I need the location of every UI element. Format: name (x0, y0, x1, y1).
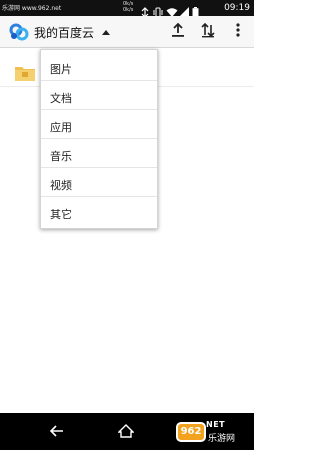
brand-suffix: NET (206, 420, 226, 429)
network-speed: 0k/s 0k/s (123, 1, 133, 13)
brand-watermark: 962 NET 乐游网 (176, 418, 252, 446)
home-icon (117, 423, 135, 442)
menu-item-videos[interactable]: 视频 (41, 168, 157, 197)
app-bar: 我的百度云 (0, 16, 254, 48)
menu-item-label: 应用 (50, 121, 72, 134)
brand-badge: 962 (176, 422, 206, 442)
back-arrow-icon (49, 423, 64, 442)
upload-icon (170, 22, 186, 42)
battery-icon (192, 3, 202, 17)
more-vert-icon (235, 22, 241, 42)
watermark-text: 乐游网 www.962.net (2, 5, 62, 12)
baidu-cloud-logo-icon (8, 22, 30, 42)
status-icons (140, 2, 202, 18)
sort-button[interactable] (196, 20, 220, 44)
category-dropdown-menu: 图片 文档 应用 音乐 视频 其它 (40, 49, 158, 229)
clock: 09:19 (224, 3, 250, 13)
page-title[interactable]: 我的百度云 (34, 24, 94, 41)
menu-item-documents[interactable]: 文档 (41, 81, 157, 110)
wifi-icon (166, 3, 178, 17)
home-button[interactable] (115, 421, 137, 443)
sync-icon (140, 3, 150, 18)
dropdown-triangle-icon[interactable] (102, 30, 110, 35)
signal-icon (179, 3, 189, 17)
sort-icon (200, 22, 216, 42)
more-options-button[interactable] (226, 20, 250, 44)
navigation-bar: 962 NET 乐游网 (0, 413, 254, 450)
folder-icon (14, 64, 36, 82)
menu-item-apps[interactable]: 应用 (41, 110, 157, 139)
menu-item-label: 图片 (50, 63, 72, 76)
menu-item-label: 文档 (50, 92, 72, 105)
menu-item-label: 音乐 (50, 150, 72, 163)
menu-item-label: 其它 (50, 208, 72, 221)
menu-item-label: 视频 (50, 179, 72, 192)
upload-button[interactable] (166, 20, 190, 44)
back-button[interactable] (46, 421, 68, 443)
menu-item-music[interactable]: 音乐 (41, 139, 157, 168)
vibrate-icon (153, 3, 163, 17)
net-down-speed: 0k/s (123, 7, 134, 13)
menu-item-images[interactable]: 图片 (41, 52, 157, 81)
brand-text: 乐游网 (208, 434, 236, 444)
menu-item-others[interactable]: 其它 (41, 197, 157, 226)
status-bar: 乐游网 www.962.net 0k/s 0k/s 09:19 (0, 0, 254, 18)
